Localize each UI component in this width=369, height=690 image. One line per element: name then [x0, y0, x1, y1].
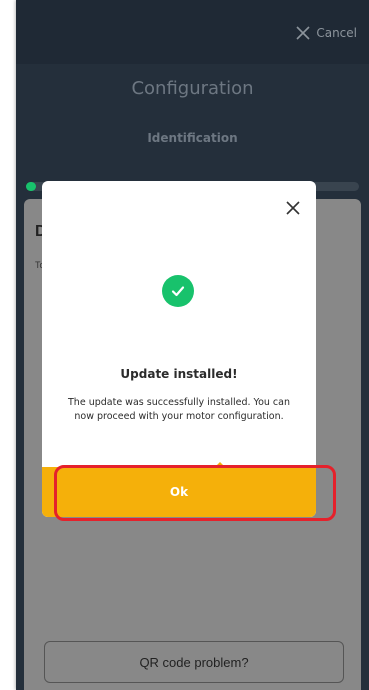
- top-bar: Cancel: [16, 0, 369, 64]
- close-icon[interactable]: [284, 199, 302, 217]
- progress-fill: [26, 182, 36, 191]
- close-icon: [296, 26, 310, 40]
- checkmark-icon: [171, 286, 185, 297]
- qr-code-problem-button[interactable]: QR code problem?: [44, 641, 344, 683]
- page-title: Configuration: [131, 78, 254, 99]
- check-circle-icon: [162, 275, 194, 307]
- dialog-title: Update installed!: [120, 367, 238, 381]
- dialog-message: The update was successfully installed. Y…: [68, 397, 290, 422]
- update-dialog: Update installed! The update was success…: [42, 181, 316, 517]
- ok-button[interactable]: Ok: [42, 467, 316, 517]
- cancel-button[interactable]: Cancel: [296, 22, 357, 44]
- page-subtitle: Identification: [147, 131, 238, 145]
- cancel-label: Cancel: [316, 26, 357, 40]
